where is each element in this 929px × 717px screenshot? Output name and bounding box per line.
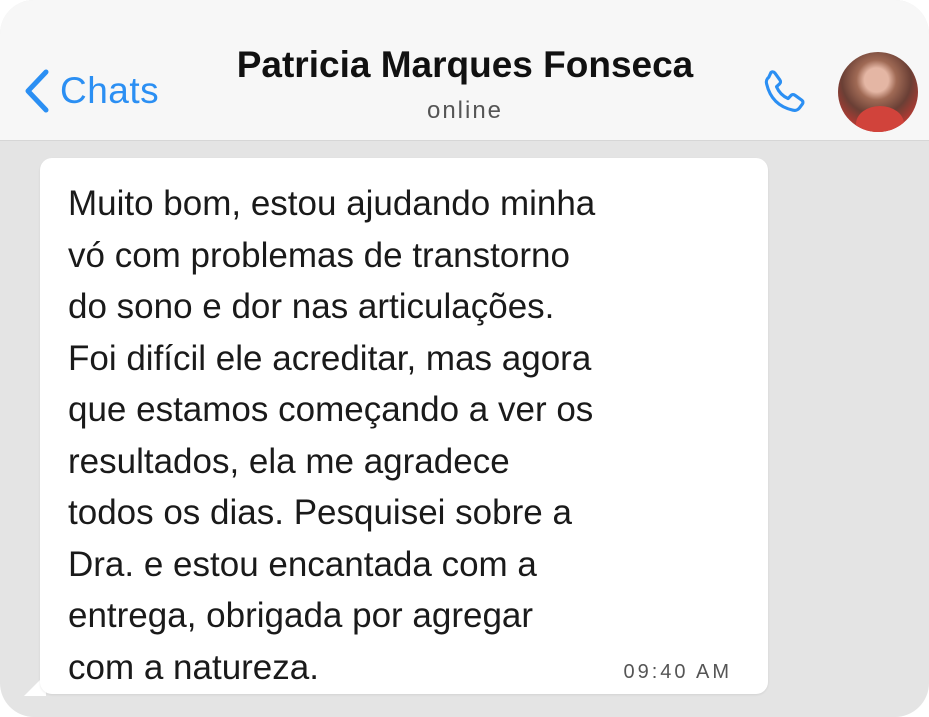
- message-timestamp: 09:40 AM: [623, 661, 732, 683]
- chat-header: Chats Patricia Marques Fonseca online: [0, 0, 929, 141]
- contact-status: online: [426, 97, 504, 124]
- message-text: Muito bom, estou ajudando minha vó com p…: [68, 184, 596, 687]
- back-button[interactable]: Chats: [22, 66, 159, 116]
- contact-avatar[interactable]: [838, 52, 918, 132]
- phone-icon[interactable]: [755, 64, 813, 122]
- chat-screen: Chats Patricia Marques Fonseca online Mu…: [0, 0, 929, 717]
- chevron-left-icon: [25, 69, 49, 113]
- message-bubble[interactable]: Muito bom, estou ajudando minha vó com p…: [40, 158, 768, 694]
- contact-name[interactable]: Patricia Marques Fonseca: [140, 44, 790, 86]
